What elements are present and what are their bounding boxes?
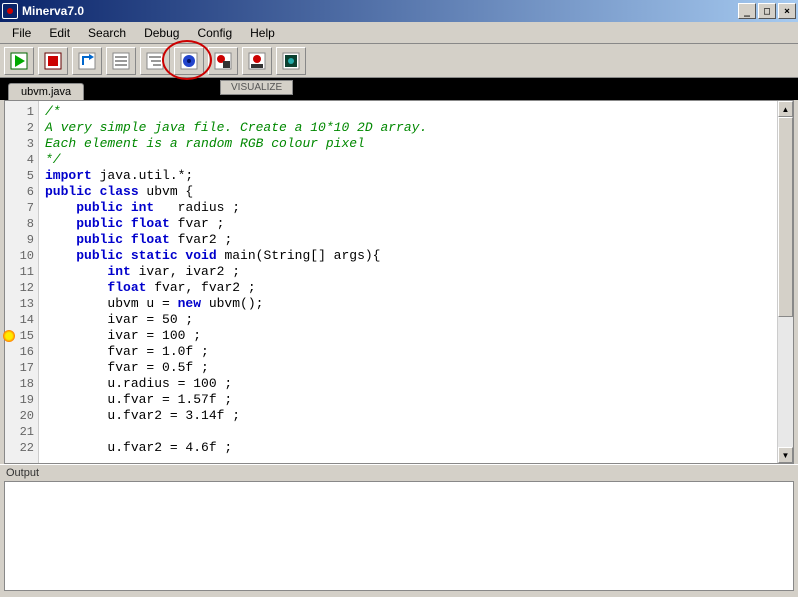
vertical-scrollbar[interactable]: ▲ ▼ [777, 101, 793, 463]
stop-button[interactable] [38, 47, 68, 75]
scroll-up-button[interactable]: ▲ [778, 101, 793, 117]
line-number: 11 [5, 264, 34, 280]
menu-config[interactable]: Config [189, 24, 240, 42]
step-over-button[interactable] [106, 47, 136, 75]
line-number: 17 [5, 360, 34, 376]
minimize-button[interactable]: _ [738, 3, 756, 19]
screen-button[interactable] [276, 47, 306, 75]
line-number: 3 [5, 136, 34, 152]
menu-edit[interactable]: Edit [41, 24, 78, 42]
record-icon [213, 51, 233, 71]
menubar: FileEditSearchDebugConfigHelp [0, 22, 798, 44]
line-number: 21 [5, 424, 34, 440]
code-line[interactable]: /* [45, 104, 771, 120]
code-line[interactable]: ubvm u = new ubvm(); [45, 296, 771, 312]
line-number: 13 [5, 296, 34, 312]
code-line[interactable]: int ivar, ivar2 ; [45, 264, 771, 280]
visualize-button[interactable]: VISUALIZE [220, 80, 293, 95]
menu-help[interactable]: Help [242, 24, 283, 42]
scroll-track[interactable] [778, 117, 793, 447]
step-over-icon [111, 51, 131, 71]
screen-icon [281, 51, 301, 71]
line-number: 4 [5, 152, 34, 168]
line-number: 7 [5, 200, 34, 216]
code-line[interactable]: fvar = 0.5f ; [45, 360, 771, 376]
run-button[interactable] [4, 47, 34, 75]
code-line[interactable]: public float fvar2 ; [45, 232, 771, 248]
line-number: 15 [5, 328, 34, 344]
code-line[interactable]: ivar = 50 ; [45, 312, 771, 328]
stop-icon [43, 51, 63, 71]
menu-search[interactable]: Search [80, 24, 134, 42]
step-into-icon [145, 51, 165, 71]
line-number: 9 [5, 232, 34, 248]
line-number: 5 [5, 168, 34, 184]
window-title: Minerva7.0 [22, 4, 738, 18]
line-number: 6 [5, 184, 34, 200]
scroll-down-button[interactable]: ▼ [778, 447, 793, 463]
line-number: 18 [5, 376, 34, 392]
scroll-thumb[interactable] [778, 117, 793, 317]
step-out-button[interactable] [72, 47, 102, 75]
code-area[interactable]: /*A very simple java file. Create a 10*1… [39, 101, 777, 463]
line-number: 12 [5, 280, 34, 296]
code-editor[interactable]: 12345678910111213141516171819202122 /*A … [4, 100, 794, 464]
code-line[interactable]: ivar = 100 ; [45, 328, 771, 344]
line-number: 20 [5, 408, 34, 424]
line-number: 19 [5, 392, 34, 408]
code-line[interactable]: A very simple java file. Create a 10*10 … [45, 120, 771, 136]
code-line[interactable] [45, 424, 771, 440]
tab-ubvm-java[interactable]: ubvm.java [8, 83, 84, 100]
toolbar [0, 44, 798, 78]
run-icon [9, 51, 29, 71]
output-label: Output [0, 464, 798, 481]
output-panel[interactable] [4, 481, 794, 591]
code-line[interactable]: */ [45, 152, 771, 168]
step-into-button[interactable] [140, 47, 170, 75]
code-line[interactable]: public float fvar ; [45, 216, 771, 232]
code-line[interactable]: float fvar, fvar2 ; [45, 280, 771, 296]
app-icon [2, 3, 18, 19]
line-number: 2 [5, 120, 34, 136]
visualize-icon [179, 51, 199, 71]
code-line[interactable]: fvar = 1.0f ; [45, 344, 771, 360]
line-number: 1 [5, 104, 34, 120]
step-out-icon [77, 51, 97, 71]
line-gutter: 12345678910111213141516171819202122 [5, 101, 39, 463]
line-number: 8 [5, 216, 34, 232]
menu-file[interactable]: File [4, 24, 39, 42]
line-number: 22 [5, 440, 34, 456]
line-number: 16 [5, 344, 34, 360]
tab-strip: ubvm.java VISUALIZE [0, 78, 798, 100]
line-number: 14 [5, 312, 34, 328]
code-line[interactable]: public class ubvm { [45, 184, 771, 200]
code-line[interactable]: public static void main(String[] args){ [45, 248, 771, 264]
code-line[interactable]: import java.util.*; [45, 168, 771, 184]
breakpoint-marker[interactable] [3, 330, 15, 342]
line-number: 10 [5, 248, 34, 264]
record-alt-button[interactable] [242, 47, 272, 75]
menu-debug[interactable]: Debug [136, 24, 187, 42]
code-line[interactable]: u.radius = 100 ; [45, 376, 771, 392]
titlebar: Minerva7.0 _ □ × [0, 0, 798, 22]
code-line[interactable]: u.fvar2 = 3.14f ; [45, 408, 771, 424]
code-line[interactable]: u.fvar = 1.57f ; [45, 392, 771, 408]
record-alt-icon [247, 51, 267, 71]
code-line[interactable]: public int radius ; [45, 200, 771, 216]
close-button[interactable]: × [778, 3, 796, 19]
record-button[interactable] [208, 47, 238, 75]
code-line[interactable]: Each element is a random RGB colour pixe… [45, 136, 771, 152]
visualize-button[interactable] [174, 47, 204, 75]
code-line[interactable]: u.fvar2 = 4.6f ; [45, 440, 771, 456]
maximize-button[interactable]: □ [758, 3, 776, 19]
